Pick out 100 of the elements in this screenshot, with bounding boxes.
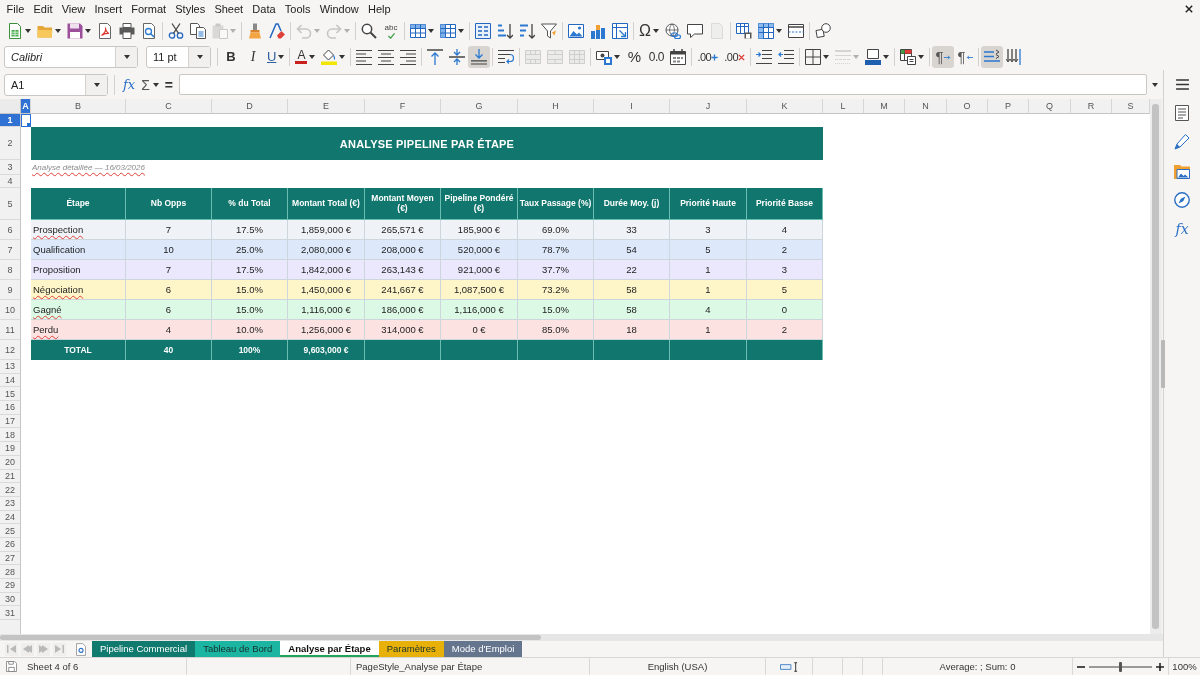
horizontal-text-button[interactable] [981,46,1003,68]
copy-button[interactable] [187,20,209,42]
column-header[interactable]: H [518,99,594,114]
borders-button[interactable] [802,46,832,68]
scrollbar-thumb[interactable] [0,635,541,640]
column-header[interactable]: N [905,99,947,114]
formula-input-field[interactable] [179,74,1147,95]
bold-button[interactable]: B [220,46,242,68]
row-header[interactable]: 6 [0,220,21,240]
column-header[interactable]: E [288,99,365,114]
column-header[interactable]: M [864,99,905,114]
spelling-button[interactable]: abc [380,20,402,42]
row-header[interactable]: 16 [0,401,21,415]
menu-item[interactable]: Styles [170,1,210,17]
clear-formatting-button[interactable] [266,20,288,42]
column-header[interactable]: D [212,99,288,114]
name-box[interactable]: A1 [4,73,108,96]
row-header[interactable]: 4 [0,175,21,188]
autofilter-button[interactable] [538,20,560,42]
row-header[interactable]: 15 [0,387,21,402]
font-color-button[interactable]: A [292,46,319,68]
selection-mode-icon[interactable] [779,661,799,672]
dropdown-button[interactable] [188,47,210,67]
menu-item[interactable]: Help [363,1,396,17]
add-sheet-button[interactable] [74,641,88,657]
column-header[interactable]: P [988,99,1029,114]
sort-button[interactable] [472,20,494,42]
zoom-out-icon[interactable] [1077,665,1085,668]
menu-item[interactable]: Insert [89,1,127,17]
row-header[interactable]: 10 [0,300,21,320]
row-header[interactable]: 13 [0,360,21,374]
row-header[interactable]: 7 [0,240,21,260]
menu-item[interactable]: Window [315,1,364,17]
navigator-button[interactable] [1171,189,1193,211]
zoom-thumb[interactable] [1119,661,1122,672]
menu-item[interactable]: Tools [280,1,316,17]
sheet-tab[interactable]: Analyse par Étape [280,641,379,657]
row-header[interactable]: 22 [0,483,21,497]
dropdown-button[interactable] [85,74,107,95]
sheet-tab[interactable]: Paramètres [378,641,444,657]
delete-decimal-button[interactable]: .00 [721,46,748,68]
percent-format-button[interactable]: % [623,46,646,68]
font-size-field[interactable]: 11 pt [146,46,211,68]
row-header[interactable]: 1 [0,114,21,127]
column-header[interactable]: G [441,99,518,114]
column-header[interactable]: Q [1029,99,1071,114]
special-character-button[interactable]: Ω [636,20,662,42]
row-header[interactable]: 19 [0,442,21,456]
row-header[interactable]: 29 [0,579,21,593]
sheet-tab[interactable]: Pipeline Commercial [92,641,196,657]
row-header[interactable]: 12 [0,340,21,360]
sheet-tab[interactable]: Mode d'Emploi [443,641,523,657]
row-header[interactable]: 3 [0,160,21,175]
column-header[interactable]: R [1071,99,1112,114]
menu-item[interactable]: View [57,1,90,17]
dropdown-button[interactable] [115,47,137,67]
sum-button[interactable]: Σ [138,73,162,96]
menu-item[interactable]: File [2,1,29,17]
function-wizard-button[interactable]: fx [120,73,139,96]
row-header[interactable]: 31 [0,606,21,621]
scrollbar-thumb[interactable] [1152,104,1159,629]
language-label[interactable]: English (USA) [647,661,708,672]
sidebar-handle[interactable] [1161,340,1165,388]
column-header[interactable]: B [31,99,126,114]
column-header[interactable]: I [594,99,670,114]
zoom-in-icon[interactable] [1156,662,1164,671]
conditional-format-button[interactable] [897,46,927,68]
column-header[interactable]: O [947,99,988,114]
close-button[interactable] [1183,3,1195,15]
left-to-right-button[interactable]: ¶ [932,46,954,68]
column-header[interactable]: L [823,99,864,114]
row-header[interactable]: 25 [0,524,21,538]
column-header[interactable]: C [126,99,212,114]
horizontal-scrollbar[interactable] [0,634,1163,641]
row-header[interactable]: 11 [0,320,21,340]
vertical-scrollbar[interactable] [1150,99,1162,634]
align-bottom-button[interactable] [468,46,491,68]
column-header[interactable]: K [747,99,823,114]
row-header[interactable]: 28 [0,565,21,579]
pivot-table-button[interactable] [609,20,631,42]
row-header[interactable]: 18 [0,428,21,443]
right-to-left-button[interactable]: ¶ [954,46,976,68]
italic-button[interactable]: I [242,46,264,68]
menu-item[interactable]: Format [126,1,171,17]
underline-button[interactable]: U [264,46,288,68]
column-header[interactable]: F [365,99,441,114]
functions-button[interactable]: fx [1171,218,1193,240]
menu-item[interactable]: Edit [28,1,58,17]
formula-button[interactable]: = [161,73,176,96]
sheet-tab[interactable]: Tableau de Bord [195,641,281,657]
number-format-button[interactable]: 0.0 [645,46,668,68]
font-name-field[interactable]: Calibri [4,46,138,68]
menu-item[interactable]: Data [247,1,281,17]
zoom-percentage[interactable]: 100% [1172,661,1197,672]
row-header[interactable]: 5 [0,188,21,220]
column-header[interactable]: S [1112,99,1150,114]
row-header[interactable]: 2 [0,127,21,160]
row-header[interactable]: 9 [0,280,21,300]
column-header[interactable]: J [670,99,747,114]
border-color-button[interactable] [862,46,892,68]
